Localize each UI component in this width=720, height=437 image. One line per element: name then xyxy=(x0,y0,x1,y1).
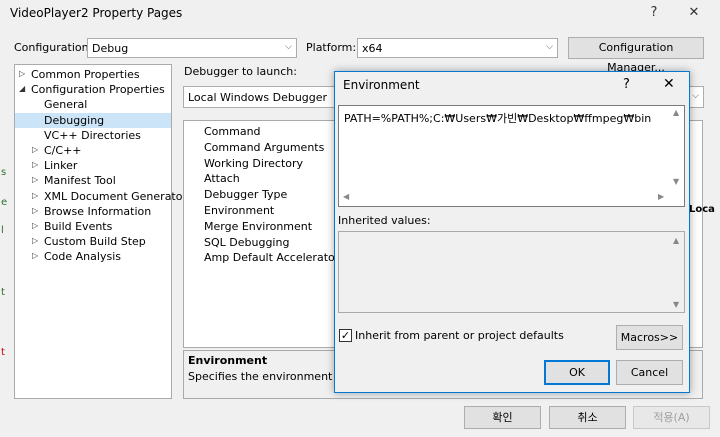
debugger-value: Local Windows Debugger xyxy=(188,91,328,104)
tree-item[interactable]: General xyxy=(15,97,171,112)
apply-button[interactable]: 적용(A) xyxy=(633,406,710,429)
tree-item[interactable]: ▷ C/C++ xyxy=(15,143,171,158)
inherit-checkbox-label[interactable]: Inherit from parent or project defaults xyxy=(355,329,564,342)
tree-item-label: Linker xyxy=(44,159,78,173)
property-name[interactable]: Merge Environment xyxy=(204,220,312,233)
chevron-down-icon: ⌵ xyxy=(285,42,292,52)
expand-arrow-icon[interactable]: ▷ xyxy=(32,145,38,154)
env-cancel-button[interactable]: Cancel xyxy=(616,360,683,385)
tree-item-label: C/C++ xyxy=(44,144,82,157)
expand-arrow-icon[interactable]: ▷ xyxy=(32,236,38,245)
cancel-button[interactable]: 취소 xyxy=(549,406,626,429)
ok-button[interactable]: 확인 xyxy=(464,406,541,429)
left-edge-glyph: s xyxy=(1,167,7,178)
inherit-checkbox[interactable]: ✓ xyxy=(339,329,352,342)
scroll-down-icon[interactable]: ▼ xyxy=(673,300,679,309)
tree-item[interactable]: Debugging xyxy=(15,112,171,128)
expand-arrow-icon[interactable]: ◢ xyxy=(19,84,25,93)
expand-arrow-icon[interactable]: ▷ xyxy=(32,175,38,184)
scroll-up-icon[interactable]: ▲ xyxy=(673,108,679,117)
scroll-down-icon[interactable]: ▼ xyxy=(673,177,679,186)
tree-item-label: Code Analysis xyxy=(44,250,121,264)
expand-arrow-icon[interactable]: ▷ xyxy=(19,69,25,78)
category-tree: ▷ Common Properties ◢ Configuration Propert… xyxy=(14,64,187,399)
environment-dialog: Environment ? ✕ PATH=%PATH%;C:₩Users₩가빈₩… xyxy=(334,71,690,393)
tree-item-label: XML Document Generator xyxy=(44,189,187,203)
environment-value: PATH=%PATH%;C:₩Users₩가빈₩Desktop₩ffmpeg₩b… xyxy=(344,112,652,125)
tree-item-label: Manifest Tool xyxy=(44,174,116,188)
expand-arrow-icon[interactable]: ▷ xyxy=(32,251,38,260)
chevron-down-icon: ⌵ xyxy=(692,91,699,101)
tree-item[interactable]: ▷ Code Analysis xyxy=(15,249,171,264)
inherited-values-label: Inherited values: xyxy=(338,214,431,227)
platform-value: x64 xyxy=(362,42,383,55)
tree-item-label: Build Events xyxy=(44,220,113,233)
tree-item-label: VC++ Directories xyxy=(44,128,141,142)
tree-item-label: Browse Information xyxy=(44,204,152,218)
macros-button[interactable]: Macros>> xyxy=(616,325,683,350)
configuration-value: Debug xyxy=(92,42,129,55)
property-name[interactable]: Amp Default Accelerator xyxy=(204,251,339,264)
debugger-to-launch-label: Debugger to launch: xyxy=(184,65,297,78)
configuration-dropdown[interactable]: Debug ⌵ xyxy=(87,38,297,58)
close-icon[interactable]: ✕ xyxy=(663,76,675,92)
tree-item[interactable]: ◢ Configuration Properties xyxy=(15,82,171,97)
tree-item[interactable]: ▷ XML Document Generator xyxy=(15,189,187,204)
tree-item[interactable]: ▷ Linker xyxy=(15,158,171,173)
truncated-property-value: Loca xyxy=(689,204,715,215)
tree-item[interactable]: ▷ Build Events xyxy=(15,219,171,234)
tree-item-label: Common Properties xyxy=(31,68,140,81)
scroll-right-icon[interactable]: ▶ xyxy=(658,192,664,201)
tree-item[interactable]: ▷ Browse Information xyxy=(15,204,171,219)
scroll-left-icon[interactable]: ◀ xyxy=(343,192,349,201)
window-title: VideoPlayer2 Property Pages xyxy=(10,6,183,20)
configuration-label: Configuration: xyxy=(14,41,93,54)
env-ok-button[interactable]: OK xyxy=(544,360,610,385)
tree-item-label: General xyxy=(44,98,88,112)
help-icon[interactable]: ? xyxy=(623,77,630,92)
tree-item-label: Custom Build Step xyxy=(44,235,146,249)
environment-textbox[interactable]: PATH=%PATH%;C:₩Users₩가빈₩Desktop₩ffmpeg₩b… xyxy=(338,105,685,207)
tree-item[interactable]: ▷ Manifest Tool xyxy=(15,173,171,188)
configuration-manager-button[interactable]: Configuration Manager... xyxy=(568,37,704,74)
property-name[interactable]: Command Arguments xyxy=(204,141,324,154)
property-name[interactable]: Debugger Type xyxy=(204,188,287,201)
property-name[interactable]: Working Directory xyxy=(204,157,303,170)
tree-item[interactable]: ▷ Custom Build Step xyxy=(15,234,171,249)
chevron-down-icon: ⌵ xyxy=(546,42,553,52)
left-edge-glyph: l xyxy=(1,225,4,236)
tree-item-label: Debugging xyxy=(44,113,105,127)
property-name[interactable]: SQL Debugging xyxy=(204,236,289,249)
property-name[interactable]: Environment xyxy=(204,204,274,217)
left-edge-glyph: e xyxy=(1,197,8,208)
tree-item[interactable]: VC++ Directories xyxy=(15,128,171,143)
left-edge-glyph: t xyxy=(1,287,5,298)
platform-dropdown[interactable]: x64 ⌵ xyxy=(357,38,558,58)
property-name[interactable]: Attach xyxy=(204,172,240,185)
expand-arrow-icon[interactable]: ▷ xyxy=(32,191,38,200)
left-edge-glyph: t xyxy=(1,347,5,358)
environment-dialog-title: Environment xyxy=(343,78,420,92)
tree-item-label: Configuration Properties xyxy=(31,83,165,97)
property-name[interactable]: Command xyxy=(204,125,261,138)
expand-arrow-icon[interactable]: ▷ xyxy=(32,206,38,215)
expand-arrow-icon[interactable]: ▷ xyxy=(32,160,38,169)
expand-arrow-icon[interactable]: ▷ xyxy=(32,221,38,230)
inherited-values-box: ▲ ▼ xyxy=(338,231,685,313)
help-icon[interactable]: ? xyxy=(642,3,666,23)
close-icon[interactable]: ✕ xyxy=(682,3,706,23)
platform-label: Platform: xyxy=(306,41,357,54)
scroll-up-icon[interactable]: ▲ xyxy=(673,236,679,245)
tree-item[interactable]: ▷ Common Properties xyxy=(15,67,171,82)
description-title: Environment xyxy=(188,354,268,367)
